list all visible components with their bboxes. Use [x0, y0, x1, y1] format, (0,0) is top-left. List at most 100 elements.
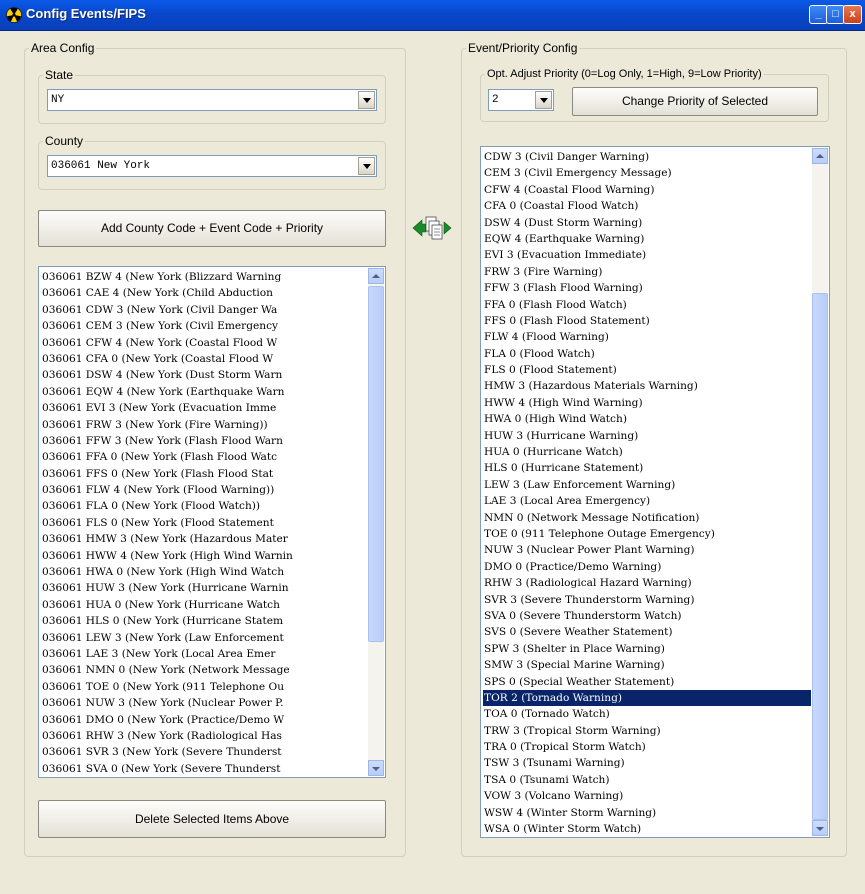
- list-item[interactable]: 036061 CAE 4 (New York (Child Abduction: [41, 285, 367, 301]
- list-item[interactable]: SPW 3 (Shelter in Place Warning): [483, 641, 811, 657]
- list-item[interactable]: LEW 3 (Law Enforcement Warning): [483, 477, 811, 493]
- list-item[interactable]: CFA 0 (Coastal Flood Watch): [483, 198, 811, 214]
- list-item[interactable]: 036061 SVA 0 (New York (Severe Thunderst: [41, 761, 367, 777]
- list-item[interactable]: 036061 FLS 0 (New York (Flood Statement: [41, 515, 367, 531]
- list-item[interactable]: SVA 0 (Severe Thunderstorm Watch): [483, 608, 811, 624]
- list-item[interactable]: 036061 FFS 0 (New York (Flash Flood Stat: [41, 466, 367, 482]
- list-item[interactable]: 036061 NUW 3 (New York (Nuclear Power P.: [41, 695, 367, 711]
- priority-select[interactable]: 2: [488, 89, 554, 111]
- title-bar[interactable]: Config Events/FIPS _ □ x: [0, 0, 865, 31]
- list-item[interactable]: 036061 FFA 0 (New York (Flash Flood Watc: [41, 449, 367, 465]
- list-item[interactable]: FFA 0 (Flash Flood Watch): [483, 297, 811, 313]
- list-item[interactable]: EQW 4 (Earthquake Warning): [483, 231, 811, 247]
- list-item[interactable]: TSA 0 (Tsunami Watch): [483, 772, 811, 788]
- priority-value: 2: [492, 94, 499, 106]
- area-list-scrollbar[interactable]: [368, 268, 384, 776]
- list-item[interactable]: FFW 3 (Flash Flood Warning): [483, 280, 811, 296]
- close-button[interactable]: x: [843, 5, 862, 24]
- list-item[interactable]: 036061 LAE 3 (New York (Local Area Emer: [41, 646, 367, 662]
- list-item[interactable]: HLS 0 (Hurricane Statement): [483, 460, 811, 476]
- list-item[interactable]: 036061 HUW 3 (New York (Hurricane Warnin: [41, 580, 367, 596]
- list-item[interactable]: TOE 0 (911 Telephone Outage Emergency): [483, 526, 811, 542]
- list-item[interactable]: 036061 BZW 4 (New York (Blizzard Warning: [41, 269, 367, 285]
- chevron-down-icon[interactable]: [358, 91, 375, 109]
- list-item[interactable]: HMW 3 (Hazardous Materials Warning): [483, 378, 811, 394]
- scroll-thumb[interactable]: [368, 286, 384, 642]
- list-item[interactable]: TOR 2 (Tornado Warning): [483, 689, 811, 707]
- list-item[interactable]: CFW 4 (Coastal Flood Warning): [483, 182, 811, 198]
- add-county-event-button[interactable]: Add County Code + Event Code + Priority: [38, 210, 386, 247]
- radiation-icon: [6, 7, 22, 23]
- list-item[interactable]: HUW 3 (Hurricane Warning): [483, 428, 811, 444]
- list-item[interactable]: 036061 HWA 0 (New York (High Wind Watch: [41, 564, 367, 580]
- scroll-down-icon[interactable]: [368, 760, 384, 776]
- list-item[interactable]: 036061 TOE 0 (New York (911 Telephone Ou: [41, 679, 367, 695]
- county-select[interactable]: 036061 New York: [47, 155, 377, 177]
- delete-selected-button[interactable]: Delete Selected Items Above: [38, 800, 386, 838]
- list-item[interactable]: NMN 0 (Network Message Notification): [483, 510, 811, 526]
- list-item[interactable]: HUA 0 (Hurricane Watch): [483, 444, 811, 460]
- list-item[interactable]: 036061 CDW 3 (New York (Civil Danger Wa: [41, 302, 367, 318]
- list-item[interactable]: 036061 FLA 0 (New York (Flood Watch)): [41, 498, 367, 514]
- list-item[interactable]: 036061 NMN 0 (New York (Network Message: [41, 662, 367, 678]
- list-item[interactable]: 036061 SVR 3 (New York (Severe Thunderst: [41, 744, 367, 760]
- list-item[interactable]: TRW 3 (Tropical Storm Warning): [483, 723, 811, 739]
- window-title: Config Events/FIPS: [26, 6, 146, 21]
- list-item[interactable]: 036061 EQW 4 (New York (Earthquake Warn: [41, 384, 367, 400]
- list-item[interactable]: 036061 CFW 4 (New York (Coastal Flood W: [41, 335, 367, 351]
- list-item[interactable]: 036061 DSW 4 (New York (Dust Storm Warn: [41, 367, 367, 383]
- transfer-arrows-icon[interactable]: [412, 213, 452, 243]
- list-item[interactable]: HWA 0 (High Wind Watch): [483, 411, 811, 427]
- list-item[interactable]: LAE 3 (Local Area Emergency): [483, 493, 811, 509]
- list-item[interactable]: CDW 3 (Civil Danger Warning): [483, 149, 811, 165]
- area-items-list[interactable]: 036061 BZW 4 (New York (Blizzard Warning…: [38, 266, 386, 778]
- change-priority-button[interactable]: Change Priority of Selected: [572, 87, 818, 116]
- list-item[interactable]: DSW 4 (Dust Storm Warning): [483, 215, 811, 231]
- list-item[interactable]: DMO 0 (Practice/Demo Warning): [483, 559, 811, 575]
- list-item[interactable]: 036061 DMO 0 (New York (Practice/Demo W: [41, 712, 367, 728]
- list-item[interactable]: SPS 0 (Special Weather Statement): [483, 674, 811, 690]
- list-item[interactable]: 036061 RHW 3 (New York (Radiological Has: [41, 728, 367, 744]
- list-item[interactable]: FRW 3 (Fire Warning): [483, 264, 811, 280]
- list-item[interactable]: FLA 0 (Flood Watch): [483, 346, 811, 362]
- list-item[interactable]: 036061 HWW 4 (New York (High Wind Warnin: [41, 548, 367, 564]
- list-item[interactable]: 036061 CFA 0 (New York (Coastal Flood W: [41, 351, 367, 367]
- list-item[interactable]: WSW 4 (Winter Storm Warning): [483, 805, 811, 821]
- list-item[interactable]: RHW 3 (Radiological Hazard Warning): [483, 575, 811, 591]
- priority-adjust-legend: Opt. Adjust Priority (0=Log Only, 1=High…: [487, 68, 762, 80]
- scroll-up-icon[interactable]: [812, 148, 828, 164]
- state-select[interactable]: NY: [47, 89, 377, 111]
- list-item[interactable]: 036061 HMW 3 (New York (Hazardous Mater: [41, 531, 367, 547]
- list-item[interactable]: 036061 FRW 3 (New York (Fire Warning)): [41, 417, 367, 433]
- list-item[interactable]: TOA 0 (Tornado Watch): [483, 706, 811, 722]
- list-item[interactable]: FLW 4 (Flood Warning): [483, 329, 811, 345]
- area-config-legend: Area Config: [31, 41, 95, 55]
- list-item[interactable]: NUW 3 (Nuclear Power Plant Warning): [483, 542, 811, 558]
- chevron-down-icon[interactable]: [535, 91, 552, 109]
- list-item[interactable]: SVS 0 (Severe Weather Statement): [483, 624, 811, 640]
- list-item[interactable]: 036061 FLW 4 (New York (Flood Warning)): [41, 482, 367, 498]
- list-item[interactable]: HWW 4 (High Wind Warning): [483, 395, 811, 411]
- list-item[interactable]: WSA 0 (Winter Storm Watch): [483, 821, 811, 837]
- list-item[interactable]: TSW 3 (Tsunami Warning): [483, 755, 811, 771]
- list-item[interactable]: VOW 3 (Volcano Warning): [483, 788, 811, 804]
- list-item[interactable]: TRA 0 (Tropical Storm Watch): [483, 739, 811, 755]
- list-item[interactable]: 036061 FFW 3 (New York (Flash Flood Warn: [41, 433, 367, 449]
- chevron-down-icon[interactable]: [358, 157, 375, 175]
- scroll-down-icon[interactable]: [812, 820, 828, 836]
- list-item[interactable]: 036061 HUA 0 (New York (Hurricane Watch: [41, 597, 367, 613]
- scroll-up-icon[interactable]: [368, 268, 384, 284]
- list-item[interactable]: EVI 3 (Evacuation Immediate): [483, 247, 811, 263]
- list-item[interactable]: 036061 EVI 3 (New York (Evacuation Imme: [41, 400, 367, 416]
- event-items-list[interactable]: CDW 3 (Civil Danger Warning) CEM 3 (Civil…: [480, 146, 830, 838]
- list-item[interactable]: CEM 3 (Civil Emergency Message): [483, 165, 811, 181]
- list-item[interactable]: SVR 3 (Severe Thunderstorm Warning): [483, 592, 811, 608]
- list-item[interactable]: 036061 LEW 3 (New York (Law Enforcement: [41, 630, 367, 646]
- list-item[interactable]: SMW 3 (Special Marine Warning): [483, 657, 811, 673]
- event-list-scrollbar[interactable]: [812, 148, 828, 836]
- list-item[interactable]: 036061 HLS 0 (New York (Hurricane Statem: [41, 613, 367, 629]
- scroll-thumb[interactable]: [812, 293, 828, 820]
- list-item[interactable]: 036061 CEM 3 (New York (Civil Emergency: [41, 318, 367, 334]
- list-item[interactable]: FLS 0 (Flood Statement): [483, 362, 811, 378]
- list-item[interactable]: FFS 0 (Flash Flood Statement): [483, 313, 811, 329]
